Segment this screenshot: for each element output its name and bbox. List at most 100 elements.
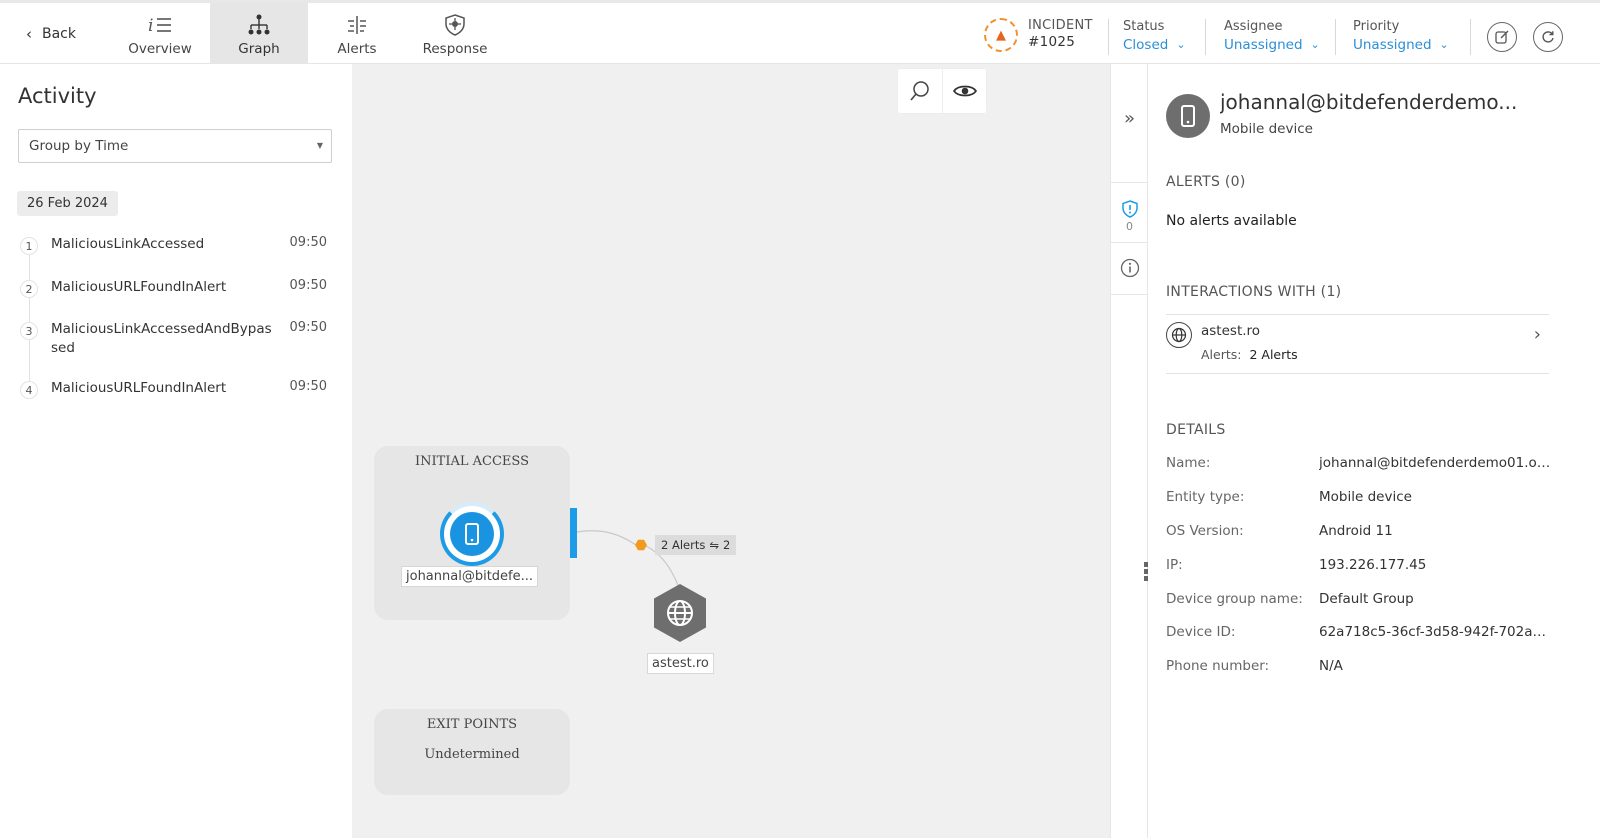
tab-alerts[interactable]: Alerts — [308, 3, 406, 64]
group-by-value: Group by Time — [29, 138, 129, 154]
group-by-select[interactable]: Group by Time ▼ — [18, 129, 332, 163]
incident-label: INCIDENT — [1028, 18, 1093, 33]
edge-alerts-label: 2 Alerts — [661, 538, 706, 552]
chevron-left-icon: ‹ — [26, 25, 32, 43]
detail-value: Android 11 — [1319, 523, 1393, 539]
device-node-label: johannal@bitdefe... — [401, 566, 539, 587]
exit-points-value: Undetermined — [424, 747, 520, 762]
details-section-title: DETAILS — [1166, 422, 1226, 438]
exit-points-title: EXIT POINTS — [426, 717, 518, 732]
shield-alert-icon — [1121, 199, 1138, 218]
collapse-panel-button[interactable]: » — [1111, 104, 1148, 132]
detail-value: johannal@bitdefenderdemo01.on... — [1319, 455, 1551, 471]
caret-down-icon: ▼ — [316, 141, 323, 150]
status-dropdown[interactable]: Closed ⌄ — [1123, 36, 1186, 54]
info-side-button[interactable] — [1111, 254, 1148, 282]
tab-overview-label: Overview — [128, 41, 192, 57]
detail-value: N/A — [1319, 658, 1343, 674]
chevron-down-icon: ⌄ — [1176, 38, 1186, 51]
detail-value: 62a718c5-36cf-3d58-942f-702ab36... — [1319, 624, 1551, 640]
status-label: Status — [1123, 19, 1165, 34]
activity-name: MaliciousURLFoundInAlert — [51, 380, 227, 396]
activity-index: 3 — [20, 322, 38, 340]
edit-button[interactable] — [1487, 22, 1517, 52]
edit-icon — [1495, 30, 1509, 44]
activity-name: MaliciousURLFoundInAlert — [51, 279, 227, 295]
back-label: Back — [42, 26, 76, 42]
mobile-device-icon — [450, 512, 494, 556]
svg-text:i: i — [148, 16, 153, 36]
activity-name: MaliciousLinkAccessedAndBypassed — [51, 321, 272, 356]
incident-header: ▲ INCIDENT #1025 — [984, 18, 1093, 52]
assignee-label: Assignee — [1224, 19, 1283, 34]
divider — [1111, 294, 1148, 295]
detail-key: Entity type: — [1166, 489, 1245, 505]
priority-value: Unassigned — [1353, 37, 1432, 53]
no-alerts-text: No alerts available — [1166, 213, 1297, 229]
alerts-icon — [308, 13, 406, 39]
tab-graph-label: Graph — [238, 41, 280, 57]
alerts-section-title: ALERTS (0) — [1166, 174, 1246, 190]
chevron-right-icon: › — [1533, 324, 1541, 345]
alerts-side-button[interactable]: 0 — [1111, 194, 1148, 238]
assignee-dropdown[interactable]: Unassigned ⌄ — [1224, 36, 1320, 54]
priority-label: Priority — [1353, 19, 1400, 34]
detail-key: Device group name: — [1166, 591, 1303, 607]
activity-index: 1 — [20, 237, 38, 255]
tab-graph[interactable]: Graph — [210, 3, 308, 64]
status-field: Status Closed ⌄ — [1123, 18, 1186, 54]
timeline-line — [29, 244, 30, 392]
flame-icon: ▲ — [984, 18, 1018, 52]
divider — [1470, 19, 1471, 55]
tab-response[interactable]: Response — [406, 3, 504, 64]
globe-icon — [1166, 322, 1192, 348]
interaction-alerts-value: 2 Alerts — [1249, 347, 1298, 362]
alerts-side-count: 0 — [1126, 219, 1133, 233]
mobile-device-icon — [1166, 94, 1210, 138]
assignee-value: Unassigned — [1224, 37, 1303, 53]
activity-index: 2 — [20, 280, 38, 298]
shield-icon — [406, 13, 504, 39]
entity-type: Mobile device — [1220, 121, 1313, 137]
activity-index: 4 — [20, 381, 38, 399]
tab-overview[interactable]: i Overview — [111, 3, 209, 64]
priority-dropdown[interactable]: Unassigned ⌄ — [1353, 36, 1449, 54]
graph-canvas[interactable]: INITIAL ACCESS johannal@bitdefe... 2 Ale… — [352, 64, 1110, 838]
activity-title: Activity — [18, 84, 97, 108]
activity-time: 09:50 — [289, 320, 327, 335]
divider — [1108, 19, 1109, 55]
double-chevron-right-icon: » — [1123, 107, 1135, 129]
stage-connector-bar — [570, 508, 577, 558]
globe-icon — [667, 600, 693, 626]
divider — [1335, 19, 1336, 55]
detail-value: Default Group — [1319, 591, 1414, 607]
device-node[interactable] — [440, 502, 504, 566]
activity-panel: Activity Group by Time ▼ 26 Feb 2024 1 M… — [0, 64, 352, 838]
detail-key: Name: — [1166, 455, 1211, 471]
interactions-section-title: INTERACTIONS WITH (1) — [1166, 284, 1342, 300]
activity-time: 09:50 — [289, 278, 327, 293]
detail-side-strip: » 0 — [1110, 64, 1148, 838]
interaction-row[interactable]: astest.ro Alerts: 2 Alerts › — [1166, 320, 1549, 374]
edge-alerts-badge[interactable]: 2 Alerts ⇋ 2 — [655, 535, 737, 555]
activity-name: MaliciousLinkAccessed — [51, 236, 205, 252]
assignee-field: Assignee Unassigned ⌄ — [1224, 18, 1320, 54]
edge-count: 2 — [722, 538, 731, 552]
incident-number: #1025 — [1028, 34, 1076, 50]
list-icon: i — [111, 13, 209, 39]
graph-icon — [210, 13, 308, 39]
refresh-button[interactable] — [1533, 22, 1563, 52]
detail-key: Phone number: — [1166, 658, 1270, 674]
chevron-down-icon: ⌄ — [1310, 38, 1320, 51]
entity-name: johannal@bitdefenderdemo... — [1220, 90, 1518, 114]
domain-node-label: astest.ro — [647, 653, 714, 674]
divider — [1205, 19, 1206, 55]
detail-value: Mobile device — [1319, 489, 1412, 505]
divider — [1166, 373, 1549, 374]
back-button[interactable]: ‹ Back — [26, 25, 76, 43]
priority-field: Priority Unassigned ⌄ — [1353, 18, 1449, 54]
exit-points-stage: EXIT POINTS Undetermined — [374, 709, 570, 795]
divider — [1111, 242, 1148, 243]
refresh-icon — [1542, 31, 1554, 43]
detail-key: IP: — [1166, 557, 1183, 573]
